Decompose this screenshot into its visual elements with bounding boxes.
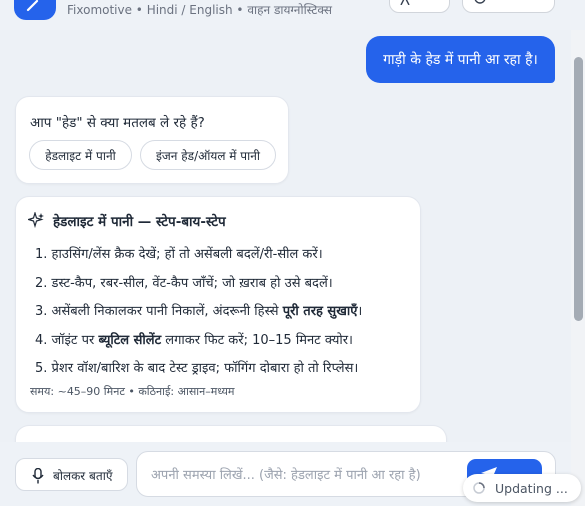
guide-title: हेडलाइट में पानी — स्टेप-बाय-स्टेप bbox=[53, 214, 226, 230]
step-item: 2. डस्ट-कैप, रबर-सील, वेंट-कैप जाँचें; ज… bbox=[35, 275, 333, 291]
app-subtitle: Fixomotive • Hindi / English • वाहन डायग… bbox=[67, 3, 332, 17]
message-input[interactable] bbox=[151, 464, 451, 486]
option-chip-headlight[interactable]: हेडलाइट में पानी bbox=[29, 140, 132, 170]
step-item: 4. जॉइंट पर ब्यूटिल सीलेंट लगाकर फिट करे… bbox=[35, 332, 353, 348]
microphone-icon bbox=[32, 468, 44, 484]
emphasis-text: पूरी तरह सुखाएँ bbox=[282, 304, 358, 319]
step-item: 1. हाउसिंग/लेंस क्रैक देखें; हों तो असें… bbox=[35, 247, 323, 262]
step-item: 5. प्रेशर वॉश/बारिश के बाद टेस्ट ड्राइव;… bbox=[35, 361, 359, 376]
voice-input-label: बोलकर बताएँ bbox=[53, 469, 113, 483]
app-logo bbox=[14, 0, 56, 20]
settings-button[interactable] bbox=[462, 0, 555, 13]
clarification-question: आप "हेड" से क्या मतलब ले रहे हैं? bbox=[30, 115, 205, 131]
chat-scrollbar-thumb[interactable] bbox=[574, 57, 583, 321]
wrench-icon bbox=[26, 0, 39, 12]
option-chip-engine-head[interactable]: इंजन हेड/ऑयल में पानी bbox=[140, 140, 276, 170]
app-header: Fixomotive • Hindi / English • वाहन डायग… bbox=[0, 0, 585, 30]
updating-toast: Updating ... bbox=[463, 474, 581, 502]
gear-icon bbox=[474, 0, 486, 4]
sparkle-icon bbox=[28, 212, 44, 228]
step-item: 3. असेंबली निकालकर पानी निकालें, अंदरूनी… bbox=[35, 304, 363, 319]
steps-list: 1. हाउसिंग/लेंस क्रैक देखें; हों तो असें… bbox=[35, 241, 425, 384]
emphasis-text: ब्यूटिल सीलेंट bbox=[98, 332, 162, 348]
user-message-bubble: गाड़ी के हेड में पानी आ रहा है। bbox=[366, 36, 555, 83]
clarification-bubble: आप "हेड" से क्या मतलब ले रहे हैं? हेडलाइ… bbox=[15, 96, 289, 184]
spinner-icon bbox=[473, 482, 485, 494]
repair-guide-bubble: हेडलाइट में पानी — स्टेप-बाय-स्टेप 1. हा… bbox=[15, 196, 421, 413]
guide-meta: समय: ~45–90 मिनट • कठिनाई: आसान–मध्यम bbox=[30, 385, 235, 398]
updating-label: Updating ... bbox=[495, 481, 568, 496]
voice-input-button[interactable]: बोलकर बताएँ bbox=[15, 458, 128, 491]
font-size-button[interactable] bbox=[389, 0, 450, 13]
text-size-icon bbox=[400, 0, 410, 5]
